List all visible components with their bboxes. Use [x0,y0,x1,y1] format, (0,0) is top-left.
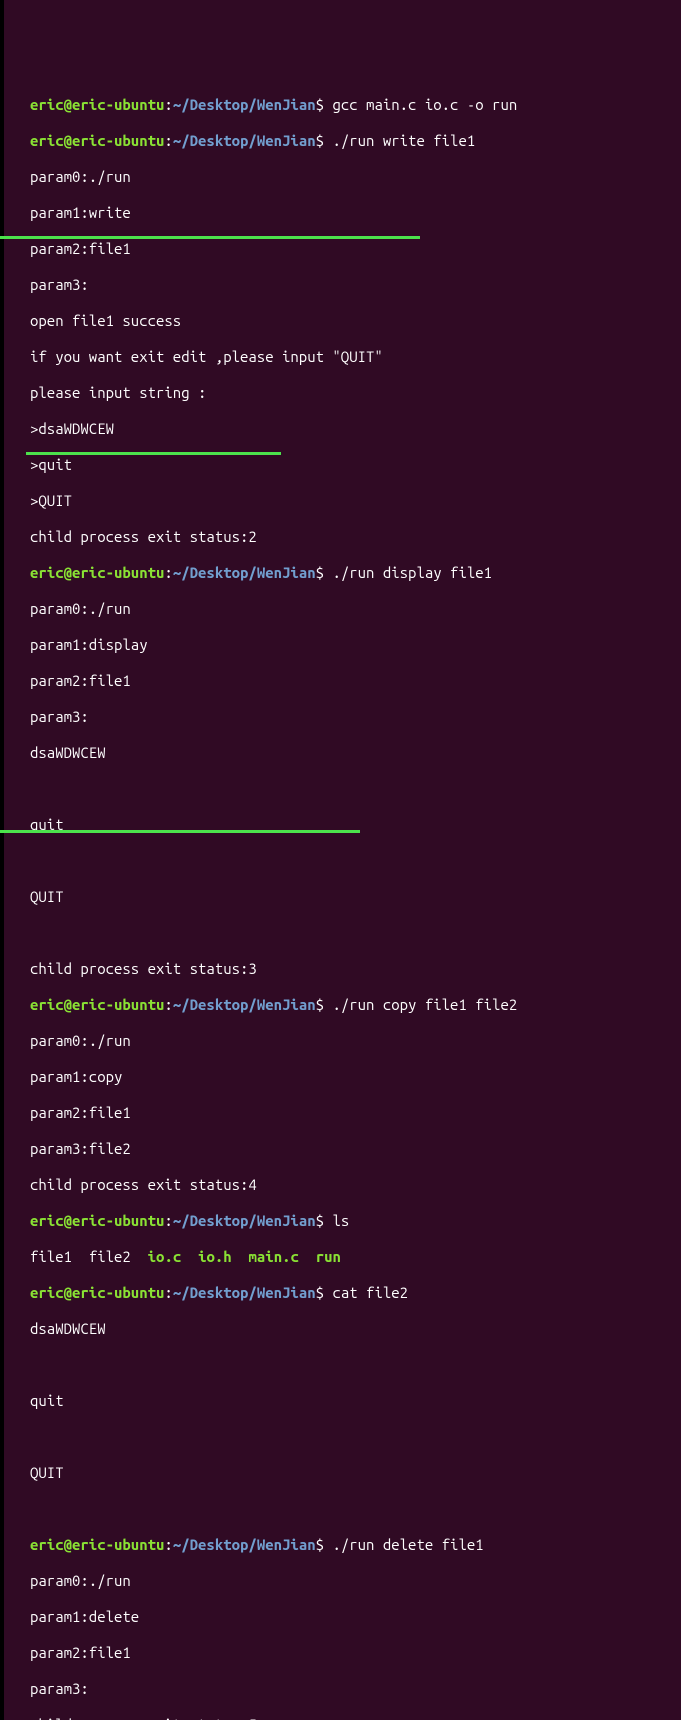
output-line: quit [30,1392,673,1410]
terminal-content: eric@eric-ubuntu:~/Desktop/WenJian$ gcc … [30,60,673,1720]
prompt-sep: : [164,96,172,113]
output-line: child process exit status:5 [30,1716,673,1720]
output-line: if you want exit edit ,please input "QUI… [30,348,673,366]
prompt-dollar: $ [316,96,333,113]
ls-gap [299,1248,316,1265]
prompt-dollar: $ [316,996,333,1013]
output-line: >dsaWDWCEW [30,420,673,438]
output-line: QUIT [30,888,673,906]
ls-gap [181,1248,198,1265]
output-line: param0:./run [30,1572,673,1590]
output-line: param2:file1 [30,240,673,258]
output-line: param1:write [30,204,673,222]
output-line: param1:display [30,636,673,654]
prompt-path: ~/Desktop/WenJian [173,1212,316,1229]
annotation-underline [0,830,360,833]
ls-file: file1 [30,1248,72,1265]
prompt-path: ~/Desktop/WenJian [173,564,316,581]
terminal-window[interactable]: eric@eric-ubuntu:~/Desktop/WenJian$ gcc … [0,0,681,1720]
output-line: >quit [30,456,673,474]
ls-file-exec: main.c [249,1248,299,1265]
prompt-sep: : [164,564,172,581]
prompt-user: eric@eric-ubuntu [30,132,164,149]
output-line: param3:file2 [30,1140,673,1158]
ls-file: file2 [89,1248,131,1265]
prompt-sep: : [164,1284,172,1301]
output-line [30,924,673,942]
window-left-edge [0,0,18,1720]
prompt-dollar: $ [316,1536,333,1553]
output-line: param2:file1 [30,672,673,690]
prompt-dollar: $ [316,1284,333,1301]
output-line: child process exit status:4 [30,1176,673,1194]
command-text: ./run display file1 [332,564,492,581]
output-line: param3: [30,276,673,294]
ls-gap [72,1248,89,1265]
prompt-user: eric@eric-ubuntu [30,1536,164,1553]
prompt-sep: : [164,1536,172,1553]
prompt-sep: : [164,1212,172,1229]
output-line [30,1428,673,1446]
ls-file-exec: io.h [198,1248,232,1265]
prompt-user: eric@eric-ubuntu [30,564,164,581]
output-line [30,852,673,870]
command-text: ./run write file1 [332,132,475,149]
prompt-user: eric@eric-ubuntu [30,1284,164,1301]
command-text: ./run delete file1 [332,1536,483,1553]
output-line: param0:./run [30,168,673,186]
output-line: please input string : [30,384,673,402]
output-line: dsaWDWCEW [30,744,673,762]
output-line [30,1356,673,1374]
prompt-sep: : [164,132,172,149]
prompt-path: ~/Desktop/WenJian [173,996,316,1013]
prompt-path: ~/Desktop/WenJian [173,132,316,149]
command-text: ls [332,1212,349,1229]
command-text: ./run copy file1 file2 [332,996,517,1013]
output-line: child process exit status:3 [30,960,673,978]
prompt-user: eric@eric-ubuntu [30,996,164,1013]
output-line: dsaWDWCEW [30,1320,673,1338]
prompt-dollar: $ [316,1212,333,1229]
output-line: >QUIT [30,492,673,510]
ls-file-exec: run [316,1248,341,1265]
output-line: param0:./run [30,600,673,618]
ls-gap [131,1248,148,1265]
output-line: param1:copy [30,1068,673,1086]
output-line: QUIT [30,1464,673,1482]
prompt-user: eric@eric-ubuntu [30,1212,164,1229]
output-line: param2:file1 [30,1644,673,1662]
output-line: param1:delete [30,1608,673,1626]
output-line: param3: [30,708,673,726]
output-line: child process exit status:2 [30,528,673,546]
annotation-underline [26,452,281,455]
output-line: param2:file1 [30,1104,673,1122]
prompt-dollar: $ [316,564,333,581]
prompt-path: ~/Desktop/WenJian [173,96,316,113]
prompt-user: eric@eric-ubuntu [30,96,164,113]
annotation-underline [0,236,420,239]
output-line: param3: [30,1680,673,1698]
output-line: open file1 success [30,312,673,330]
prompt-path: ~/Desktop/WenJian [173,1536,316,1553]
ls-gap [232,1248,249,1265]
output-line: param0:./run [30,1032,673,1050]
command-text: cat file2 [332,1284,408,1301]
output-line [30,1500,673,1518]
prompt-dollar: $ [316,132,333,149]
prompt-sep: : [164,996,172,1013]
ls-file-exec: io.c [148,1248,182,1265]
prompt-path: ~/Desktop/WenJian [173,1284,316,1301]
command-text: gcc main.c io.c -o run [332,96,517,113]
output-line [30,780,673,798]
